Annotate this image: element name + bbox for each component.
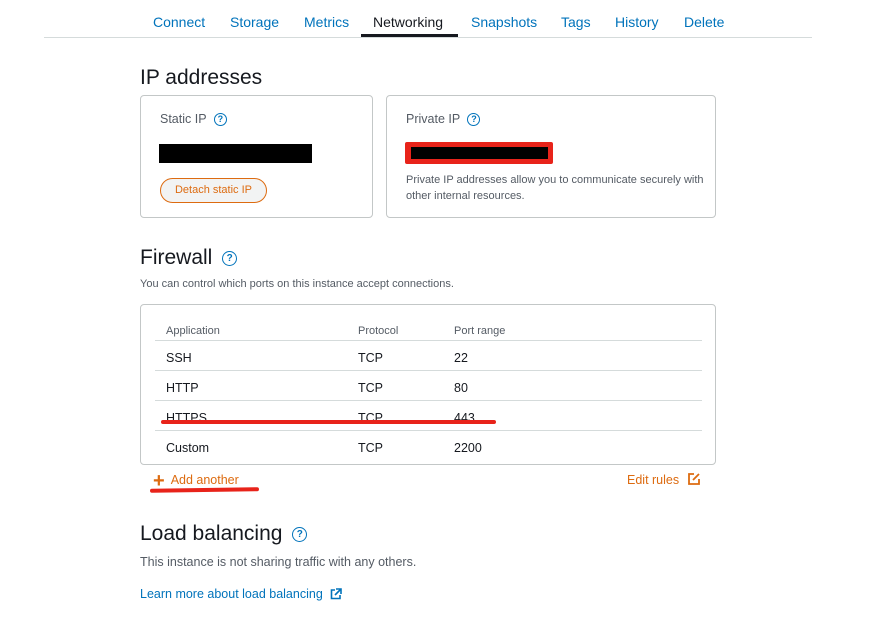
tab-storage[interactable]: Storage [230,14,279,30]
column-header-application: Application [166,325,220,337]
firewall-description: You can control which ports on this inst… [140,278,454,290]
question-circle-icon[interactable]: ? [213,113,227,127]
column-header-port-range: Port range [454,325,506,337]
firewall-rules-table: Application Protocol Port range SSH TCP … [140,304,716,465]
table-row: Custom TCP 2200 [155,430,702,460]
static-ip-title: Static IP ? [160,112,227,127]
private-ip-label: Private IP [406,112,460,126]
table-row: HTTP TCP 80 [155,370,702,400]
table-row: SSH TCP 22 [155,340,702,370]
active-tab-indicator [361,34,458,37]
private-ip-card: Private IP ? Private IP addresses allow … [386,95,716,218]
load-balancing-heading: Load balancing ? [140,522,308,546]
cell-protocol: TCP [358,381,383,395]
edit-rules-link[interactable]: Edit rules [627,472,701,487]
cell-port-range: 2200 [454,441,482,455]
add-another-annotation-underline [149,487,260,493]
tab-metrics[interactable]: Metrics [304,14,349,30]
cell-application: Custom [166,441,210,455]
tab-history[interactable]: History [615,14,659,30]
tab-tags[interactable]: Tags [561,14,591,30]
column-header-protocol: Protocol [358,325,399,337]
cell-application: SSH [166,351,192,365]
edit-rules-label: Edit rules [627,473,680,487]
learn-more-load-balancing-link[interactable]: Learn more about load balancing [140,587,343,601]
firewall-heading: Firewall ? [140,246,238,270]
external-link-icon [330,588,343,600]
tab-networking[interactable]: Networking [373,14,443,30]
edit-square-icon [687,473,700,485]
add-another-label: Add another [170,473,239,487]
load-balancing-description: This instance is not sharing traffic wit… [140,555,417,569]
instance-tab-bar: Connect Storage Metrics Networking Snaps… [44,0,812,38]
cell-port-range: 80 [454,381,468,395]
firewall-heading-text: Firewall [140,246,213,269]
cell-application: HTTP [166,381,199,395]
static-ip-value-redacted [159,144,312,163]
ip-addresses-heading: IP addresses [140,66,263,89]
load-balancing-heading-text: Load balancing [140,522,283,545]
cell-protocol: TCP [358,441,383,455]
table-row: HTTPS TCP 443 [155,400,702,430]
private-ip-value-redacted [411,147,548,159]
question-circle-icon[interactable]: ? [292,526,308,542]
tab-connect[interactable]: Connect [153,14,205,30]
static-ip-label: Static IP [160,112,207,126]
https-row-annotation-underline [161,420,496,424]
detach-static-ip-button[interactable]: Detach static IP [160,178,267,203]
private-ip-note: Private IP addresses allow you to commun… [406,174,704,202]
learn-more-label: Learn more about load balancing [140,587,323,601]
cell-port-range: 22 [454,351,468,365]
tab-snapshots[interactable]: Snapshots [471,14,537,30]
private-ip-title: Private IP ? [406,112,481,127]
static-ip-card: Static IP ? Detach static IP [140,95,373,218]
tab-delete[interactable]: Delete [684,14,724,30]
question-circle-icon[interactable]: ? [222,250,238,266]
cell-protocol: TCP [358,351,383,365]
question-circle-icon[interactable]: ? [467,113,481,127]
